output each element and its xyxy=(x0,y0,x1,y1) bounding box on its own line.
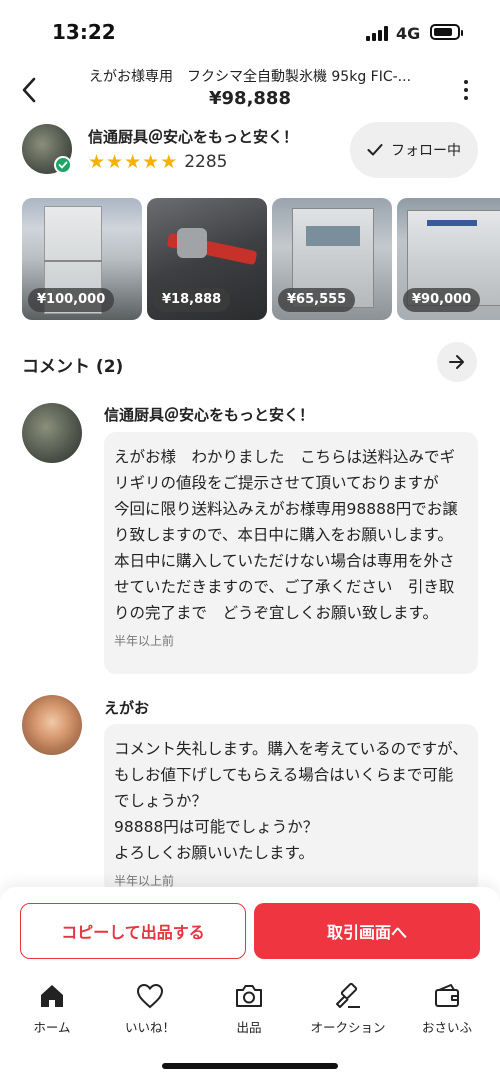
comments-title: コメント (2) xyxy=(22,357,124,377)
comment-bubble: コメント失礼します。購入を考えているのですが、もしお値下げしてもらえる場合はいく… xyxy=(104,724,478,894)
trade-screen-button[interactable]: 取引画面へ xyxy=(254,903,480,959)
arrow-right-icon[interactable] xyxy=(437,342,477,382)
comment-text: コメント失礼します。購入を考えているのですが、もしお値下げしてもらえる場合はいく… xyxy=(114,740,468,862)
tab-label: おさいふ xyxy=(421,1020,472,1035)
comment-bubble: えがお様 わかりました こちらは送料込みでギリギリの値段をご提示させて頂いており… xyxy=(104,432,478,674)
tab-bar: ホーム いいね！ 出品 オークション おさいふ xyxy=(0,975,500,1080)
network-type: 4G xyxy=(396,24,421,43)
thumbnail-price: ¥18,888 xyxy=(153,288,231,312)
home-icon xyxy=(37,981,67,1011)
item-thumbnail[interactable]: ¥18,888 xyxy=(147,198,267,320)
seller-info: 信通厨具＠安心をもっと安く！ ★ ★ ★ ★ ★ 2285 フォロー中 xyxy=(0,118,500,192)
tab-likes[interactable]: いいね！ xyxy=(100,981,200,1036)
comment-author[interactable]: 信通厨具＠安心をもっと安く！ xyxy=(104,404,314,425)
item-thumbnail[interactable]: ¥65,555 xyxy=(272,198,392,320)
comment-text: えがお様 わかりました こちらは送料込みでギリギリの値段をご提示させて頂いており… xyxy=(114,448,458,622)
rating-count: 2285 xyxy=(184,152,228,172)
verified-badge-icon xyxy=(54,156,72,174)
wallet-icon xyxy=(432,981,462,1011)
thumbnail-price: ¥90,000 xyxy=(403,288,481,312)
tab-home[interactable]: ホーム xyxy=(2,981,102,1036)
star-icon: ★ xyxy=(88,151,106,173)
item-thumbnail[interactable]: ¥100,000 xyxy=(22,198,142,320)
heart-icon xyxy=(135,981,165,1011)
status-time: 13:22 xyxy=(52,20,116,44)
more-vertical-icon[interactable] xyxy=(456,78,476,102)
seller-name[interactable]: 信通厨具＠安心をもっと安く！ xyxy=(88,126,298,147)
home-indicator xyxy=(162,1063,338,1069)
follow-label: フォロー中 xyxy=(391,143,461,159)
battery-icon xyxy=(430,24,463,40)
copy-listing-button[interactable]: コピーして出品する xyxy=(20,903,246,959)
star-icon: ★ xyxy=(160,151,178,173)
action-bar: コピーして出品する 取引画面へ xyxy=(0,887,500,975)
item-title: えがお様専用 フクシマ全自動製氷機 95kg FIC-... xyxy=(88,69,412,85)
tab-label: ホーム xyxy=(33,1020,71,1035)
status-bar: 13:22 4G xyxy=(0,0,500,62)
item-price: ¥98,888 xyxy=(209,88,291,109)
signal-icon xyxy=(366,26,390,41)
tab-sell[interactable]: 出品 xyxy=(199,981,299,1036)
tab-label: いいね！ xyxy=(124,1020,175,1035)
chevron-left-icon[interactable] xyxy=(14,70,44,110)
star-icon: ★ xyxy=(124,151,142,173)
tab-auction[interactable]: オークション xyxy=(298,981,398,1036)
commenter-avatar[interactable] xyxy=(22,695,82,755)
seller-items-carousel: ¥100,000 ¥18,888 ¥65,555 ¥90,000 xyxy=(22,198,500,322)
seller-rating: ★ ★ ★ ★ ★ 2285 xyxy=(88,152,228,172)
comment-author[interactable]: えがお xyxy=(104,697,149,718)
tab-label: オークション xyxy=(310,1020,386,1035)
tab-wallet[interactable]: おさいふ xyxy=(397,981,497,1036)
thumbnail-price: ¥65,555 xyxy=(278,288,356,312)
camera-icon xyxy=(234,981,264,1011)
star-icon: ★ xyxy=(142,151,160,173)
star-icon: ★ xyxy=(106,151,124,173)
item-thumbnail[interactable]: ¥90,000 xyxy=(397,198,500,320)
commenter-avatar[interactable] xyxy=(22,403,82,463)
thumbnail-price: ¥100,000 xyxy=(28,288,115,312)
gavel-icon xyxy=(333,981,363,1011)
check-icon xyxy=(367,144,383,156)
item-header: えがお様専用 フクシマ全自動製氷機 95kg FIC-... ¥98,888 xyxy=(0,62,500,118)
tab-label: 出品 xyxy=(236,1020,262,1035)
follow-button[interactable]: フォロー中 xyxy=(350,122,478,178)
comment-time: 半年以上前 xyxy=(114,634,175,648)
